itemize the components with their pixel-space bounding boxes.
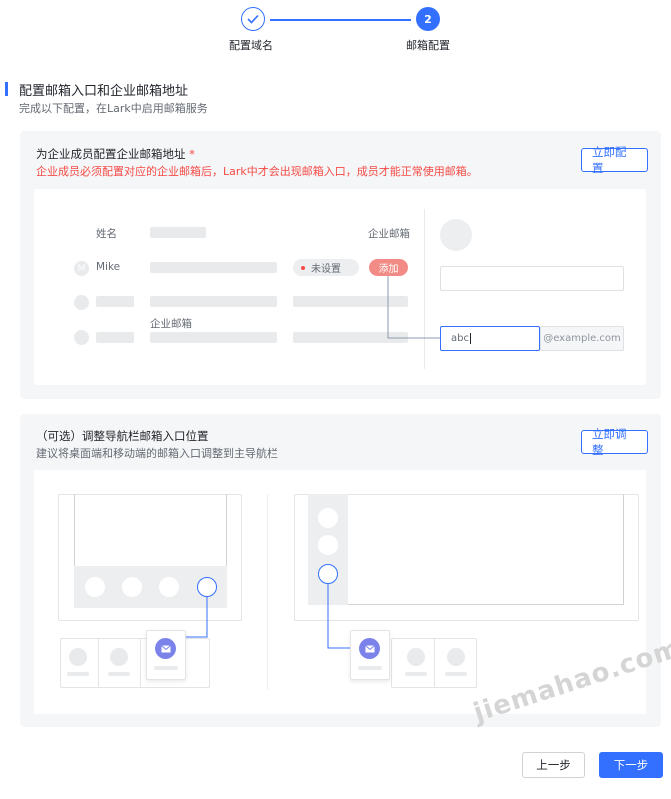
illus-input-empty xyxy=(440,266,624,291)
skeleton-bar xyxy=(150,296,277,307)
nav-placeholder xyxy=(318,508,338,528)
skeleton-bar xyxy=(358,666,382,670)
card1-title: 为企业成员配置企业邮箱地址 * xyxy=(36,147,195,161)
illus-domain-suffix: @example.com xyxy=(540,326,624,351)
check-icon xyxy=(247,14,259,24)
skeleton-bar xyxy=(96,332,134,343)
mail-icon xyxy=(155,638,176,659)
configure-now-button[interactable]: 立即配置 xyxy=(581,145,648,175)
nav-target-slot xyxy=(318,564,338,584)
tab-placeholder xyxy=(159,577,179,597)
illus-divider xyxy=(267,494,268,690)
illus-user-name: Mike xyxy=(96,261,121,273)
skeleton-bar xyxy=(108,672,130,676)
illus-email-input: abc xyxy=(440,326,540,351)
status-badge-unset: 未设置 xyxy=(293,259,359,276)
skeleton-bar xyxy=(150,262,277,273)
app-placeholder xyxy=(407,648,425,666)
app-placeholder xyxy=(447,648,465,666)
avatar-placeholder xyxy=(74,330,89,345)
nav-placeholder xyxy=(318,535,338,555)
configure-email-card: 为企业成员配置企业邮箱地址 * 企业成员必须配置对应的企业邮箱后，Lark中才会… xyxy=(20,131,661,399)
card1-warning: 企业成员必须配置对应的企业邮箱后，Lark中才会出现邮箱入口，成员才能正常使用邮… xyxy=(36,165,478,178)
required-mark: * xyxy=(189,147,195,161)
adjust-now-button[interactable]: 立即调整 xyxy=(581,427,648,457)
avatar-placeholder-large xyxy=(440,219,472,251)
skeleton-bar xyxy=(150,332,277,343)
card2-description: 建议将桌面端和移动端的邮箱入口调整到主导航栏 xyxy=(36,447,278,460)
page-subtitle: 完成以下配置，在Lark中启用邮箱服务 xyxy=(19,102,208,115)
illus-row-label: 企业邮箱 xyxy=(150,318,192,330)
connector-arrow xyxy=(387,276,440,339)
email-config-illustration: 姓名 企业邮箱 M Mike 未设置 添加 企业邮箱 abc @example.… xyxy=(34,189,646,385)
step-2-label: 邮箱配置 xyxy=(406,39,450,52)
skeleton-bar xyxy=(67,672,89,676)
card2-title: （可选）调整导航栏邮箱入口位置 xyxy=(36,429,209,443)
illus-email-header: 企业邮箱 xyxy=(368,228,410,240)
tab-target-slot xyxy=(197,577,217,597)
page-title: 配置邮箱入口和企业邮箱地址 xyxy=(19,84,189,99)
tab-placeholder xyxy=(122,577,142,597)
title-accent-bar xyxy=(5,82,8,96)
next-step-button[interactable]: 下一步 xyxy=(599,752,663,778)
mail-icon xyxy=(359,638,380,659)
tab-placeholder xyxy=(85,577,105,597)
prev-step-button[interactable]: 上一步 xyxy=(522,752,585,778)
skeleton-bar xyxy=(150,227,206,238)
illus-name-header: 姓名 xyxy=(96,228,117,240)
step-1-label: 配置域名 xyxy=(229,39,273,52)
app-placeholder xyxy=(69,648,87,666)
avatar-placeholder xyxy=(74,295,89,310)
step-1-done-indicator xyxy=(241,7,265,31)
stepper-connector xyxy=(270,19,411,21)
skeleton-bar xyxy=(154,666,178,670)
skeleton-bar xyxy=(405,672,427,676)
add-email-badge: 添加 xyxy=(369,259,408,276)
step-2-indicator: 2 xyxy=(416,7,440,31)
skeleton-bar xyxy=(96,296,134,307)
red-dot-icon xyxy=(301,265,305,270)
skeleton-bar xyxy=(445,672,467,676)
avatar: M xyxy=(74,261,89,276)
app-placeholder xyxy=(110,648,128,666)
